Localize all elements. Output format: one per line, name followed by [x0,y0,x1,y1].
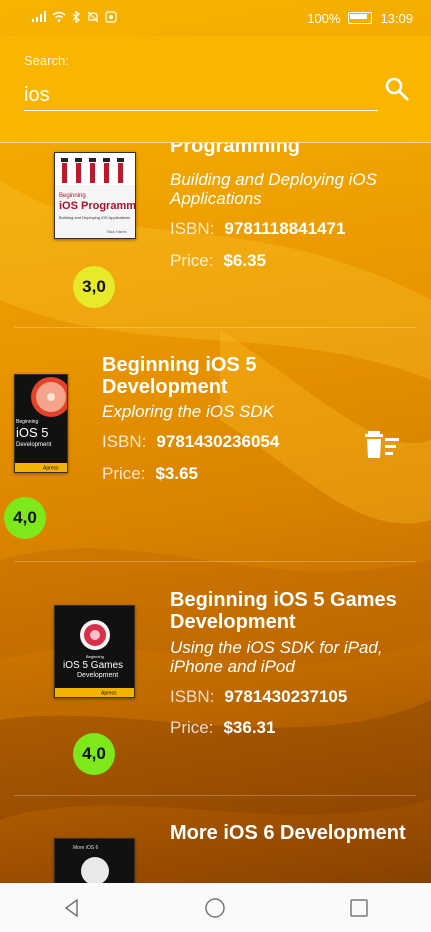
price-value: $36.31 [223,718,276,737]
cover-author: Nick Harris [107,229,127,234]
status-icons-right: 100% 13:09 [307,11,413,26]
rating-badge: 4,0 [73,733,115,775]
cover-top-text: Beginning [59,193,86,199]
bluetooth-icon [72,9,81,26]
book-title: Beginning iOS 5 Games Development [170,589,397,633]
back-icon[interactable] [52,888,92,928]
isbn-label: ISBN: [102,432,147,451]
list-item[interactable]: More iOS 6 More iOS 6 Development [0,796,431,883]
search-header: Search: [0,36,431,143]
book-cover: Beginning iOS 5 Games Development Apress [54,605,135,698]
home-icon[interactable] [195,888,235,928]
book-title: More iOS 6 Development [170,822,406,844]
wifi-icon [52,11,66,25]
rating-badge: 4,0 [4,497,46,539]
list-item[interactable]: Beginning iOS Programming Building and D… [0,143,431,328]
price-label: Price: [102,464,146,483]
cover-main-text: iOS 5 [16,425,49,440]
book-subtitle: Building and Deploying iOS Applications [170,170,377,208]
cover-sub-text: Development [77,672,118,679]
search-icon[interactable] [384,76,412,104]
navigation-bar [0,883,431,932]
price-label: Price: [170,251,214,270]
cover-author: Apress [101,691,117,697]
isbn-value: 9781430236054 [156,432,280,451]
book-cover: More iOS 6 [54,838,135,883]
battery-icon [348,12,373,24]
book-title: Programming [170,143,301,157]
list-item[interactable]: Beginning iOS 5 Games Development Apress… [0,562,431,795]
book-subtitle: Using the iOS SDK for iPad, iPhone and i… [170,638,383,676]
book-price: Price: $6.35 [170,251,266,271]
book-isbn: ISBN: 9781118841471 [170,219,345,239]
price-value: $6.35 [223,251,267,270]
isbn-value: 9781430237105 [224,687,348,706]
book-cover: Beginning iOS Programming Building and D… [54,152,136,239]
isbn-label: ISBN: [170,687,215,706]
book-subtitle: Exploring the iOS SDK [102,402,274,421]
book-isbn: ISBN: 9781430237105 [170,687,347,707]
cover-main-text: iOS Programming [59,200,135,212]
price-value: $3.65 [155,464,199,483]
clock: 13:09 [380,10,413,26]
isbn-label: ISBN: [170,219,215,238]
status-icons-left [32,9,117,26]
cover-top-text: More iOS 6 [73,845,99,851]
book-cover: Beginning iOS 5 Development Apress [14,374,68,473]
search-input[interactable] [24,80,378,111]
isbn-value: 9781118841471 [224,219,346,238]
book-price: Price: $36.31 [170,718,275,738]
price-label: Price: [170,718,214,737]
search-label: Search: [24,53,69,68]
rating-badge: 3,0 [73,266,115,308]
book-title: Beginning iOS 5 Development [102,354,257,398]
battery-percent: 100% [307,10,341,26]
book-list[interactable]: Beginning iOS Programming Building and D… [0,143,431,883]
cover-author: Apress [43,466,59,472]
book-price: Price: $3.65 [102,464,198,484]
cover-main-text: iOS 5 Games [63,660,123,671]
cover-sub-text: Building and Deploying iOS Applications [59,215,130,220]
screenshot-icon [105,10,117,26]
book-isbn: ISBN: 9781430236054 [102,432,279,452]
status-bar: 100% 13:09 [0,0,431,36]
cover-sub-text: Development [16,442,52,448]
mute-icon [87,11,99,26]
recents-icon[interactable] [339,888,379,928]
cover-top-text: Beginning [86,654,104,659]
delete-sweep-icon[interactable] [365,430,401,460]
signal-icon [32,11,46,25]
